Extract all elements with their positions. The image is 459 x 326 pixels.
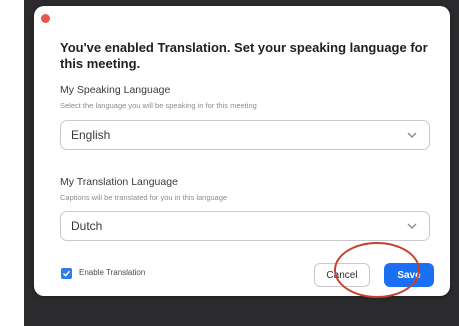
speaking-language-label: My Speaking Language xyxy=(60,84,171,96)
translation-language-value: Dutch xyxy=(71,219,103,233)
enable-translation-checkbox[interactable] xyxy=(61,268,72,279)
close-icon[interactable] xyxy=(41,14,50,23)
translation-language-label: My Translation Language xyxy=(60,176,178,188)
cancel-button[interactable]: Cancel xyxy=(314,263,370,287)
translation-language-help: Captions will be translated for you in t… xyxy=(60,193,228,202)
speaking-language-select[interactable]: English xyxy=(60,120,430,150)
translation-language-select[interactable]: Dutch xyxy=(60,211,430,241)
speaking-language-value: English xyxy=(71,128,111,142)
chevron-down-icon xyxy=(407,132,417,138)
enable-translation-label: Enable Translation xyxy=(79,268,146,277)
translation-settings-dialog: You've enabled Translation. Set your spe… xyxy=(34,6,450,296)
dialog-title: You've enabled Translation. Set your spe… xyxy=(60,40,428,71)
speaking-language-help: Select the language you will be speaking… xyxy=(60,101,257,110)
chevron-down-icon xyxy=(407,223,417,229)
checkmark-icon xyxy=(62,270,71,277)
save-button[interactable]: Save xyxy=(384,263,434,287)
